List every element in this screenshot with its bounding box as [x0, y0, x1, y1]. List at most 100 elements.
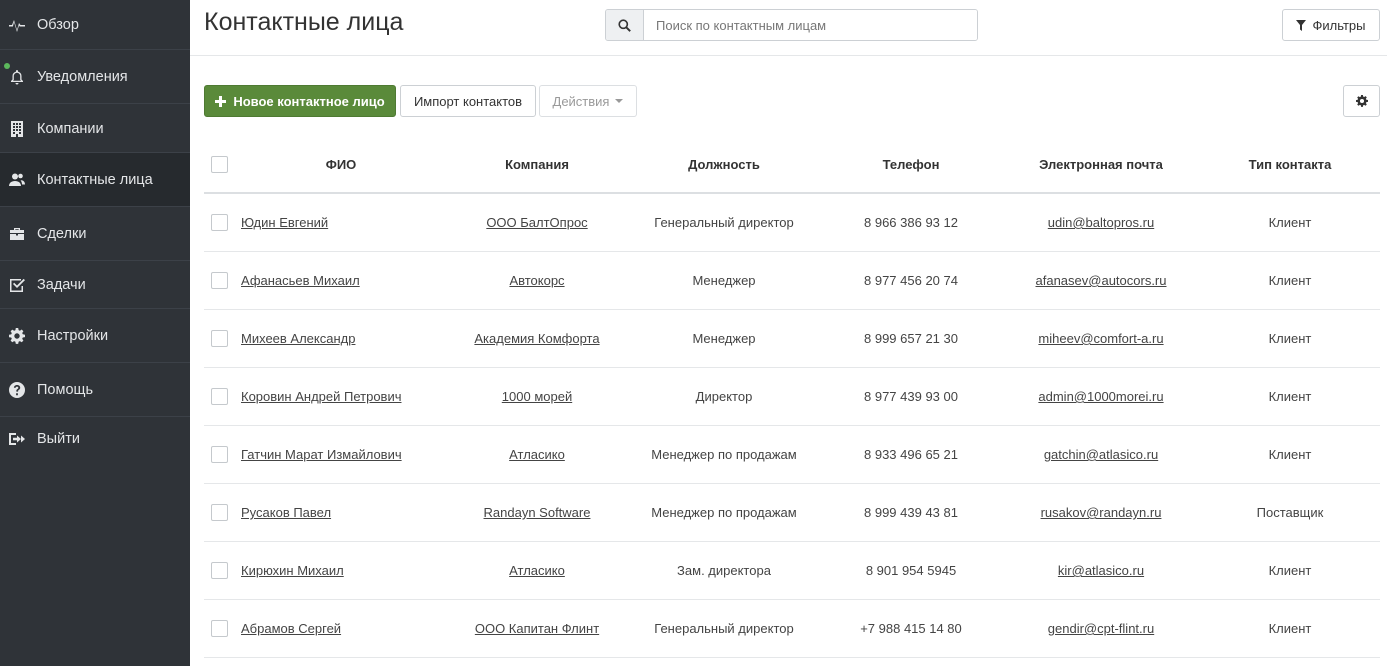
- sidebar-item-label: Настройки: [37, 327, 109, 344]
- briefcase-icon: [7, 224, 27, 244]
- sidebar-item-settings[interactable]: Настройки: [0, 309, 190, 363]
- actions-dropdown[interactable]: Действия: [539, 85, 637, 117]
- sidebar-item-companies[interactable]: Компании: [0, 105, 190, 153]
- email-link[interactable]: miheev@comfort-a.ru: [1038, 331, 1163, 346]
- position-cell: Генеральный директор: [654, 215, 794, 230]
- filter-icon: [1296, 19, 1307, 31]
- phone-cell: 8 901 954 5945: [865, 563, 957, 578]
- row-checkbox[interactable]: [211, 446, 228, 463]
- new-contact-button[interactable]: Новое контактное лицо: [204, 85, 396, 117]
- column-header-position[interactable]: Должность: [632, 136, 816, 192]
- search-input[interactable]: [644, 10, 977, 40]
- phone-cell: +7 988 415 14 80: [860, 621, 962, 636]
- contact-type-cell: Клиент: [1268, 215, 1312, 230]
- table-settings-button[interactable]: [1343, 85, 1380, 117]
- company-link[interactable]: Атласико: [509, 447, 565, 462]
- table-row: Михеев Александр Академия Комфорта Менед…: [204, 310, 1380, 368]
- position-cell: Менеджер по продажам: [651, 447, 797, 462]
- company-link[interactable]: 1000 морей: [502, 389, 572, 404]
- company-link[interactable]: ООО Капитан Флинт: [475, 621, 599, 636]
- search-button[interactable]: [606, 10, 644, 40]
- contact-type-cell: Поставщик: [1256, 505, 1324, 520]
- sidebar-item-label: Сделки: [37, 225, 87, 242]
- column-header-company[interactable]: Компания: [442, 136, 632, 192]
- email-link[interactable]: gendir@cpt-flint.ru: [1048, 621, 1154, 636]
- column-header-phone[interactable]: Телефон: [816, 136, 1006, 192]
- position-cell: Генеральный директор: [654, 621, 794, 636]
- sidebar-item-label: Помощь: [37, 381, 94, 398]
- table-row: Кирюхин Михаил Атласико Зам. директора 8…: [204, 542, 1380, 600]
- contact-name-link[interactable]: Коровин Андрей Петрович: [241, 389, 402, 404]
- select-all-checkbox[interactable]: [211, 155, 228, 173]
- sidebar-item-overview[interactable]: Обзор: [0, 0, 190, 50]
- sidebar-item-label: Контактные лица: [37, 171, 153, 188]
- contact-name-link[interactable]: Кирюхин Михаил: [241, 563, 344, 578]
- table-row: Афанасьев Михаил Автокорс Менеджер 8 977…: [204, 252, 1380, 310]
- contact-name-link[interactable]: Юдин Евгений: [241, 215, 328, 230]
- sidebar-item-help[interactable]: Помощь: [0, 363, 190, 417]
- contact-name-link[interactable]: Абрамов Сергей: [241, 621, 341, 636]
- users-icon: [7, 170, 27, 190]
- question-icon: [7, 380, 27, 400]
- phone-cell: 8 977 456 20 74: [864, 273, 958, 288]
- company-link[interactable]: Академия Комфорта: [474, 331, 599, 346]
- sign-out-icon: [7, 429, 27, 449]
- row-checkbox[interactable]: [211, 330, 228, 347]
- position-cell: Менеджер: [692, 331, 756, 346]
- position-cell: Зам. директора: [677, 563, 771, 578]
- contact-type-cell: Клиент: [1268, 621, 1312, 636]
- email-link[interactable]: rusakov@randayn.ru: [1041, 505, 1162, 520]
- header-divider: [190, 55, 1387, 56]
- email-link[interactable]: gatchin@atlasico.ru: [1044, 447, 1158, 462]
- sidebar-item-deals[interactable]: Сделки: [0, 207, 190, 261]
- row-checkbox[interactable]: [211, 620, 228, 637]
- checkbox-icon: [7, 275, 27, 295]
- contact-type-cell: Клиент: [1268, 331, 1312, 346]
- building-icon: [7, 119, 27, 139]
- phone-cell: 8 977 439 93 00: [864, 389, 958, 404]
- column-header-name[interactable]: ФИО: [241, 136, 441, 192]
- row-checkbox[interactable]: [211, 214, 228, 231]
- row-checkbox[interactable]: [211, 504, 228, 521]
- row-checkbox[interactable]: [211, 272, 228, 289]
- contact-name-link[interactable]: Гатчин Марат Измайлович: [241, 447, 402, 462]
- table-row: Коровин Андрей Петрович 1000 морей Дирек…: [204, 368, 1380, 426]
- email-link[interactable]: kir@atlasico.ru: [1058, 563, 1144, 578]
- search-bar: [605, 9, 978, 41]
- sidebar-item-logout[interactable]: Выйти: [0, 417, 190, 461]
- search-icon: [618, 18, 631, 32]
- contact-name-link[interactable]: Русаков Павел: [241, 505, 331, 520]
- sidebar-item-label: Обзор: [37, 16, 79, 33]
- phone-cell: 8 966 386 93 12: [864, 215, 958, 230]
- table-row: Русаков Павел Randayn Software Менеджер …: [204, 484, 1380, 542]
- email-link[interactable]: admin@1000morei.ru: [1038, 389, 1163, 404]
- position-cell: Менеджер по продажам: [651, 505, 797, 520]
- sidebar-item-contacts[interactable]: Контактные лица: [0, 153, 190, 207]
- import-contacts-label: Импорт контактов: [413, 93, 523, 109]
- email-link[interactable]: afanasev@autocors.ru: [1036, 273, 1167, 288]
- sidebar-item-label: Задачи: [37, 276, 86, 293]
- filters-button[interactable]: Фильтры: [1282, 9, 1380, 41]
- sidebar-item-notifications[interactable]: Уведомления: [0, 51, 190, 104]
- company-link[interactable]: Randayn Software: [484, 505, 591, 520]
- import-contacts-button[interactable]: Импорт контактов: [400, 85, 536, 117]
- plus-icon: [215, 95, 227, 107]
- row-checkbox[interactable]: [211, 388, 228, 405]
- company-link[interactable]: Автокорс: [509, 273, 564, 288]
- sidebar-item-tasks[interactable]: Задачи: [0, 261, 190, 309]
- table-row: Юдин Евгений ООО БалтОпрос Генеральный д…: [204, 194, 1380, 252]
- contact-name-link[interactable]: Афанасьев Михаил: [241, 273, 360, 288]
- notification-dot: [4, 63, 10, 69]
- column-header-contact-type[interactable]: Тип контакта: [1196, 136, 1384, 192]
- company-link[interactable]: ООО БалтОпрос: [486, 215, 587, 230]
- column-header-email[interactable]: Электронная почта: [1006, 136, 1196, 192]
- table-row: Абрамов Сергей ООО Капитан Флинт Генерал…: [204, 600, 1380, 658]
- position-cell: Директор: [695, 389, 753, 404]
- table-row: Гатчин Марат Измайлович Атласико Менедже…: [204, 426, 1380, 484]
- contact-name-link[interactable]: Михеев Александр: [241, 331, 355, 346]
- sidebar-item-label: Уведомления: [37, 69, 128, 85]
- row-checkbox[interactable]: [211, 562, 228, 579]
- contact-type-cell: Клиент: [1268, 273, 1312, 288]
- email-link[interactable]: udin@baltopros.ru: [1048, 215, 1154, 230]
- company-link[interactable]: Атласико: [509, 563, 565, 578]
